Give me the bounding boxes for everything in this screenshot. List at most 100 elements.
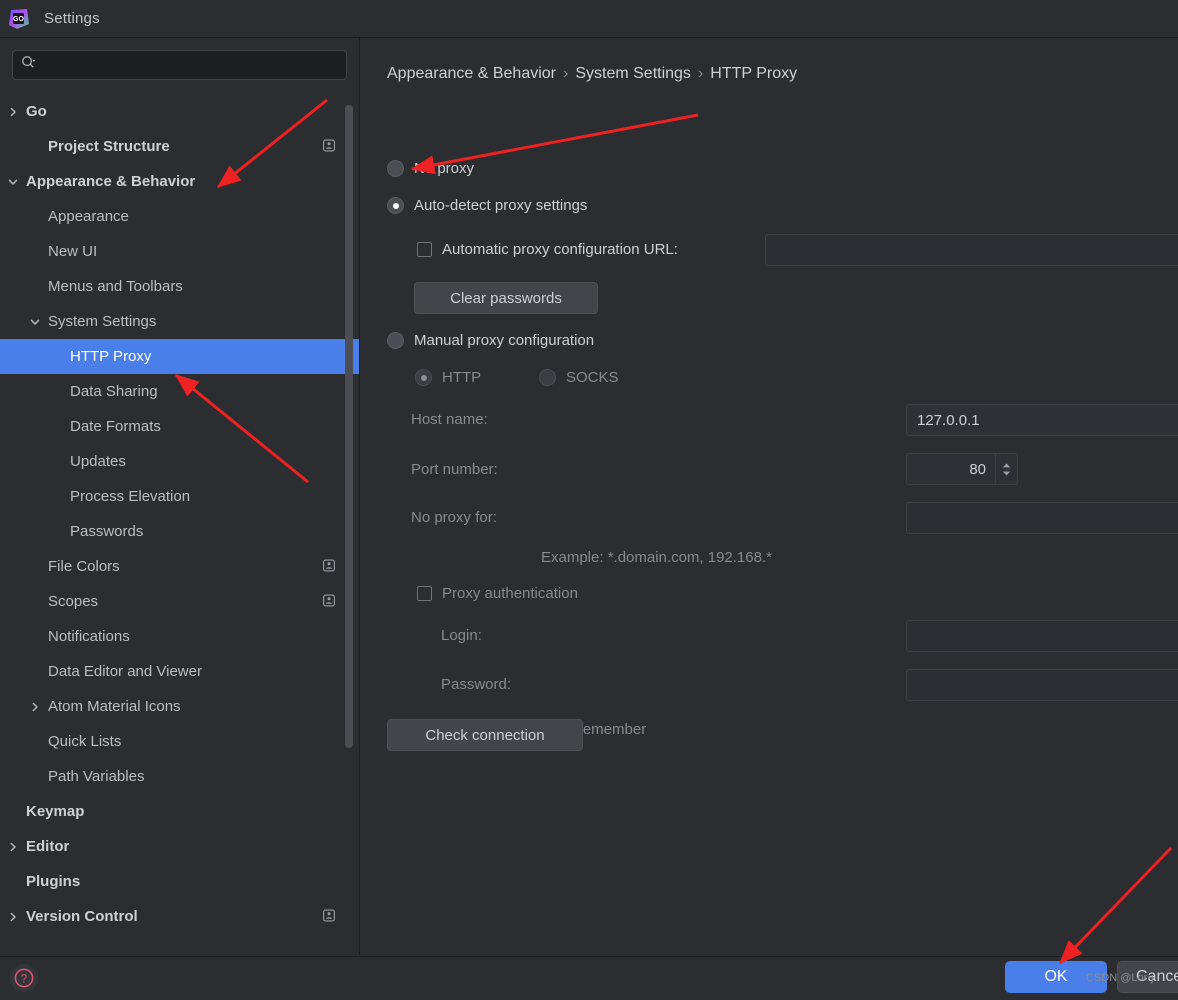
sidebar-item-new-ui[interactable]: New UI	[0, 234, 359, 269]
port-number-stepper[interactable]: 80	[906, 453, 1018, 485]
example-hint: Example: *.domain.com, 192.168.*	[541, 549, 772, 566]
dialog-footer: ?	[0, 956, 1178, 1000]
search-icon	[21, 55, 36, 75]
sidebar-item-process-elevation[interactable]: Process Elevation	[0, 479, 359, 514]
search-wrapper	[0, 38, 359, 80]
http-radio[interactable]	[415, 369, 432, 386]
sidebar-item-appearance[interactable]: Appearance	[0, 199, 359, 234]
manual-proxy-radio[interactable]	[387, 332, 404, 349]
sidebar-item-data-editor-and-viewer[interactable]: Data Editor and Viewer	[0, 654, 359, 689]
settings-sidebar: Go Project Structure Appearance & Behavior…	[0, 38, 360, 955]
sidebar-scrollbar[interactable]	[345, 105, 353, 748]
sidebar-item-label: Updates	[70, 453, 126, 470]
chevron-right-icon[interactable]	[6, 840, 20, 854]
http-label: HTTP	[442, 369, 482, 386]
port-number-value[interactable]: 80	[907, 454, 995, 484]
sidebar-item-file-colors[interactable]: File Colors	[0, 549, 359, 584]
auto-pac-checkbox[interactable]	[417, 242, 432, 257]
sidebar-item-system-settings[interactable]: System Settings	[0, 304, 359, 339]
sidebar-item-date-formats[interactable]: Date Formats	[0, 409, 359, 444]
auto-pac-input[interactable]	[765, 234, 1178, 266]
no-proxy-option[interactable]: No proxy	[387, 160, 474, 177]
no-proxy-for-label: No proxy for:	[411, 509, 497, 526]
sidebar-item-path-variables[interactable]: Path Variables	[0, 759, 359, 794]
sidebar-item-atom-material-icons[interactable]: Atom Material Icons	[0, 689, 359, 724]
port-stepper-arrows[interactable]	[995, 454, 1017, 484]
breadcrumb-separator-0: ›	[563, 65, 569, 82]
sidebar-item-label: Path Variables	[48, 768, 145, 785]
sidebar-item-label: New UI	[48, 243, 98, 260]
sidebar-item-version-control[interactable]: Version Control	[0, 899, 359, 934]
settings-dialog: GO Settings Go Project Structure Appearanc…	[0, 0, 1178, 1000]
project-scope-badge-icon	[323, 593, 335, 610]
sidebar-item-menus-and-toolbars[interactable]: Menus and Toolbars	[0, 269, 359, 304]
sidebar-item-data-sharing[interactable]: Data Sharing	[0, 374, 359, 409]
no-proxy-label: No proxy	[414, 160, 475, 177]
chevron-up-icon	[1002, 463, 1011, 467]
sidebar-item-plugins[interactable]: Plugins	[0, 864, 359, 899]
sidebar-item-editor[interactable]: Editor	[0, 829, 359, 864]
sidebar-item-label: Data Sharing	[70, 383, 158, 400]
proxy-auth-row[interactable]: Proxy authentication	[417, 585, 578, 602]
clear-passwords-button[interactable]: Clear passwords	[414, 282, 598, 314]
chevron-down-icon[interactable]	[6, 175, 20, 189]
login-input[interactable]	[906, 620, 1178, 652]
socks-label: SOCKS	[566, 369, 619, 386]
auto-detect-label: Auto-detect proxy settings	[414, 197, 588, 214]
host-name-label: Host name:	[411, 411, 488, 428]
sidebar-item-label: Appearance & Behavior	[26, 173, 196, 190]
sidebar-item-label: System Settings	[48, 313, 157, 330]
breadcrumb-part-2[interactable]: HTTP Proxy	[710, 65, 797, 82]
sidebar-item-label: Quick Lists	[48, 733, 122, 750]
http-protocol-option[interactable]: HTTP	[415, 369, 481, 386]
auto-detect-radio[interactable]	[387, 197, 404, 214]
no-proxy-for-input[interactable]	[906, 502, 1178, 534]
sidebar-item-appearance-behavior[interactable]: Appearance & Behavior	[0, 164, 359, 199]
auto-detect-option[interactable]: Auto-detect proxy settings	[387, 197, 587, 214]
remember-label: Remember	[572, 721, 647, 738]
auto-pac-row[interactable]: Automatic proxy configuration URL:	[417, 241, 678, 258]
manual-proxy-option[interactable]: Manual proxy configuration	[387, 332, 594, 349]
host-name-input[interactable]: 127.0.0.1	[906, 404, 1178, 436]
sidebar-item-http-proxy[interactable]: HTTP Proxy	[0, 339, 359, 374]
password-input[interactable]	[906, 669, 1178, 701]
search-box[interactable]	[12, 50, 347, 80]
password-label: Password:	[441, 676, 512, 693]
sidebar-item-updates[interactable]: Updates	[0, 444, 359, 479]
sidebar-item-passwords[interactable]: Passwords	[0, 514, 359, 549]
login-label: Login:	[441, 627, 482, 644]
sidebar-item-go[interactable]: Go	[0, 94, 359, 129]
breadcrumb-separator-1: ›	[697, 65, 704, 82]
sidebar-item-label: Menus and Toolbars	[48, 278, 183, 295]
socks-radio[interactable]	[539, 369, 556, 386]
svg-text:?: ?	[21, 973, 27, 985]
breadcrumb: Appearance & Behavior › System Settings › HT…	[387, 65, 797, 83]
sidebar-item-quick-lists[interactable]: Quick Lists	[0, 724, 359, 759]
check-connection-button[interactable]: Check connection	[387, 719, 583, 751]
sidebar-item-keymap[interactable]: Keymap	[0, 794, 359, 829]
http-proxy-panel: Appearance & Behavior › System Settings › HT…	[361, 38, 1178, 955]
breadcrumb-part-0[interactable]: Appearance & Behavior	[387, 65, 556, 82]
chevron-right-icon[interactable]	[6, 910, 20, 924]
sidebar-item-project-structure[interactable]: Project Structure	[0, 129, 359, 164]
manual-proxy-label: Manual proxy configuration	[414, 332, 595, 349]
sidebar-item-label: Date Formats	[70, 418, 161, 435]
chevron-right-icon[interactable]	[28, 700, 42, 714]
search-input[interactable]	[42, 57, 338, 73]
chevron-down-icon	[1002, 471, 1011, 475]
help-button[interactable]: ?	[10, 964, 38, 992]
sidebar-item-scopes[interactable]: Scopes	[0, 584, 359, 619]
sidebar-item-notifications[interactable]: Notifications	[0, 619, 359, 654]
no-proxy-radio[interactable]	[387, 160, 404, 177]
proxy-auth-checkbox[interactable]	[417, 586, 432, 601]
project-scope-badge-icon	[323, 908, 335, 925]
goland-logo-icon: GO	[8, 8, 30, 30]
project-scope-badge-icon	[323, 558, 335, 575]
proxy-auth-label: Proxy authentication	[442, 585, 578, 602]
auto-pac-label: Automatic proxy configuration URL:	[442, 241, 678, 258]
question-mark-icon: ?	[14, 968, 34, 988]
breadcrumb-part-1[interactable]: System Settings	[575, 65, 691, 82]
chevron-right-icon[interactable]	[6, 105, 20, 119]
chevron-down-icon[interactable]	[28, 315, 42, 329]
socks-protocol-option[interactable]: SOCKS	[539, 369, 619, 386]
